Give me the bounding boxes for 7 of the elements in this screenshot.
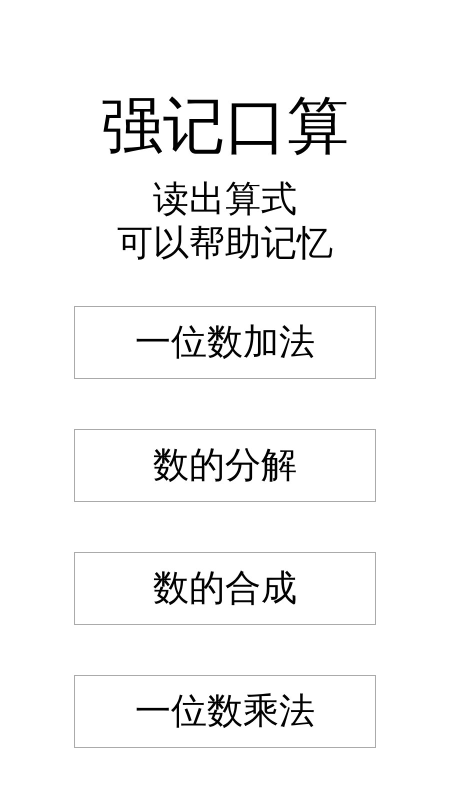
menu-button[interactable]: 一位数加法 (74, 306, 376, 379)
menu-button[interactable]: 数的合成 (74, 552, 376, 625)
menu-button[interactable]: 一位数乘法 (74, 675, 376, 748)
menu-button[interactable]: 数的分解 (74, 429, 376, 502)
subtitle-line: 可以帮助记忆 (117, 222, 333, 266)
app-title: 强记口算 (101, 88, 349, 164)
subtitle-line: 读出算式 (153, 178, 297, 222)
